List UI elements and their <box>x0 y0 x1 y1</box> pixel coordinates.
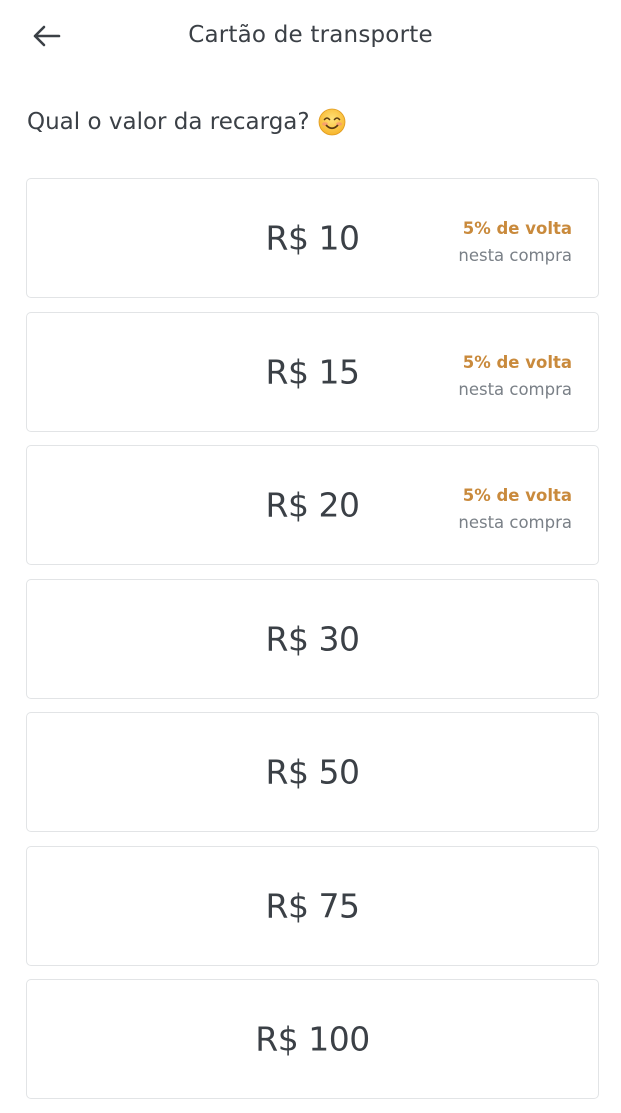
recharge-option-30[interactable]: R$ 30 <box>26 578 599 699</box>
recharge-options-list: R$ 10 5% de volta nesta compra R$ 15 5% … <box>26 178 599 1113</box>
recharge-option-10[interactable]: R$ 10 5% de volta nesta compra <box>26 178 599 298</box>
recharge-option-20[interactable]: R$ 20 5% de volta nesta compra <box>26 445 599 565</box>
cashback-badge: 5% de volta nesta compra <box>458 215 572 269</box>
cashback-note: nesta compra <box>458 246 572 265</box>
cashback-note: nesta compra <box>458 513 572 532</box>
cashback-badge: 5% de volta nesta compra <box>458 349 572 403</box>
smiling-face-icon <box>318 108 346 136</box>
recharge-option-50[interactable]: R$ 50 <box>26 712 599 832</box>
recharge-option-100[interactable]: R$ 100 <box>26 979 599 1099</box>
option-amount: R$ 50 <box>265 752 360 792</box>
option-amount: R$ 75 <box>265 886 360 925</box>
recharge-option-75[interactable]: R$ 75 <box>26 845 599 966</box>
question-text: Qual o valor da recarga? <box>27 109 310 135</box>
cashback-badge: 5% de volta nesta compra <box>458 482 572 536</box>
page-title: Cartão de transporte <box>188 22 433 48</box>
recharge-option-15[interactable]: R$ 15 5% de volta nesta compra <box>26 311 599 432</box>
cashback-percent: 5% de volta <box>462 352 572 372</box>
cashback-note: nesta compra <box>458 379 572 399</box>
option-amount: R$ 100 <box>255 1019 370 1059</box>
option-amount: R$ 30 <box>265 619 360 658</box>
cashback-percent: 5% de volta <box>462 219 572 238</box>
app-header: Cartão de transporte <box>0 0 621 72</box>
recharge-question: Qual o valor da recarga? <box>27 108 346 136</box>
cashback-percent: 5% de volta <box>462 486 572 505</box>
